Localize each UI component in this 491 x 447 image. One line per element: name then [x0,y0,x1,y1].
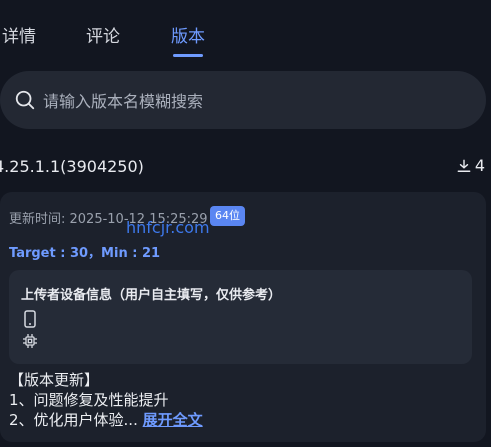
tab-details[interactable]: 详情 [2,22,36,47]
uploader-info-title: 上传者设备信息（用户自主填写，仅供参考） [21,288,282,303]
expand-full-text-link[interactable]: 展开全文 [143,411,203,429]
search-icon [15,90,35,110]
notes-line-1: 1、问题修复及性能提升 [9,391,169,409]
download-button[interactable]: 4 [457,156,485,175]
tab-comments[interactable]: 评论 [86,22,120,47]
uploader-device-info: 上传者设备信息（用户自主填写，仅供参考） [9,270,472,364]
version-title: 4.25.1.1(3904250) [0,157,144,176]
version-card: 更新时间: 2025-10-12 15:25:29 64位 hnfcjr.com… [0,192,486,442]
version-page: 详情 评论 版本 请输入版本名模糊搜索 4.25.1.1(3904250) 4 … [0,0,491,447]
tab-versions[interactable]: 版本 [171,22,205,47]
notes-line-2: 2、优化用户体验... [9,411,138,429]
version-search-box[interactable]: 请输入版本名模糊搜索 [0,71,486,129]
target-sdk: Target : 30，Min : 21 [9,246,161,261]
download-count: 4 [474,156,485,175]
arch-badge: 64位 [210,206,245,226]
search-placeholder: 请输入版本名模糊搜索 [43,92,204,111]
tab-bar: 详情 评论 版本 [0,0,491,66]
chip-icon [23,334,37,348]
phone-icon [24,310,36,328]
notes-heading: 【版本更新】 [9,371,100,389]
active-tab-indicator [173,54,203,57]
notes-line-2-wrap: 2、优化用户体验... 展开全文 [9,410,203,430]
watermark-text: hnfcjr.com [126,218,210,237]
download-icon [457,159,471,172]
release-notes: 【版本更新】 1、问题修复及性能提升 2、优化用户体验... 展开全文 [9,370,203,430]
